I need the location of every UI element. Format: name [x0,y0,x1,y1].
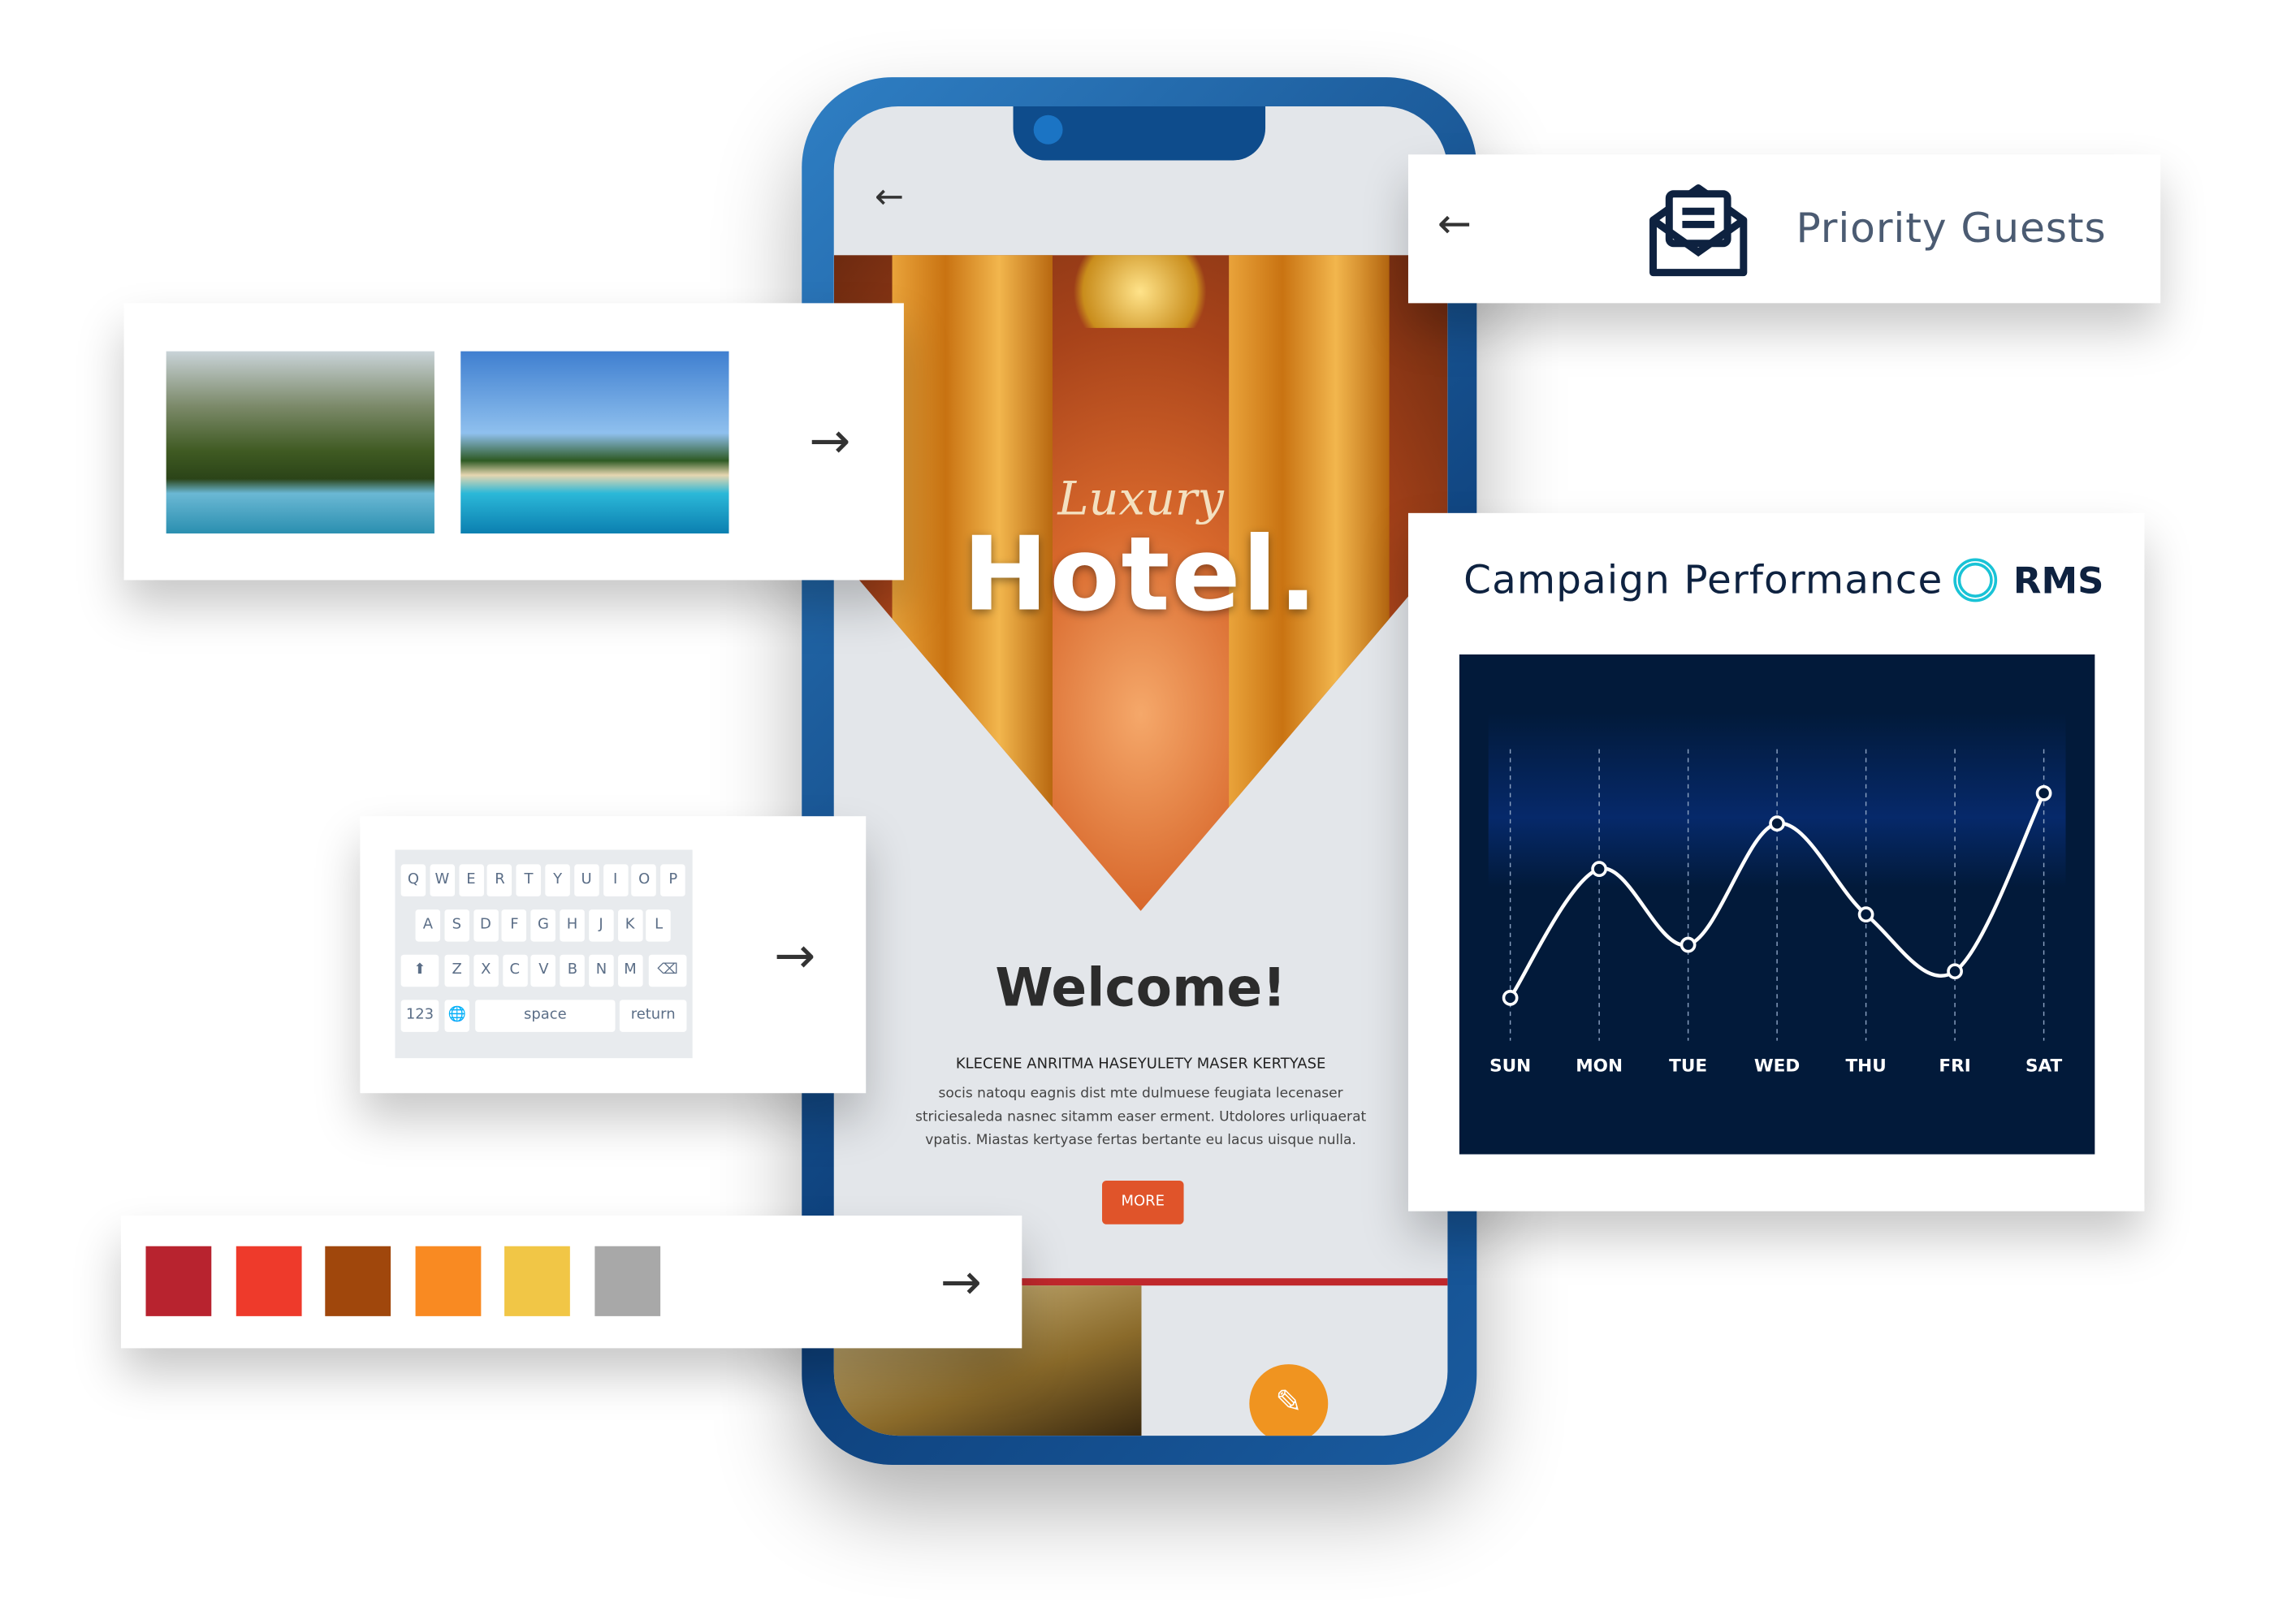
key-y[interactable]: Y [545,864,570,896]
key-a[interactable]: A [415,909,441,942]
palm-pool-photo[interactable] [460,351,729,533]
key-j[interactable]: J [588,909,614,942]
key-g[interactable]: G [530,909,556,942]
color-swatch[interactable] [504,1246,570,1316]
space-key[interactable]: space [475,1000,616,1032]
key-t[interactable]: T [516,864,542,896]
x-tick-label: MON [1576,1056,1623,1076]
key-n[interactable]: N [589,954,614,987]
keyboard: Q W E R T Y U I O P A S D F G H J K L ⬆ Z X C V B N M ⌫ 123 🌐 space ret… [395,849,693,1059]
numbers-key[interactable]: 123 [400,1000,439,1032]
key-v[interactable]: V [531,954,556,987]
key-c[interactable]: C [502,954,528,987]
hero-title: Hotel. [962,514,1319,634]
color-swatch[interactable] [235,1246,301,1316]
rms-logo-icon [1953,558,1998,603]
x-tick-label: FRI [1939,1056,1970,1076]
x-tick-label: SUN [1489,1056,1531,1076]
x-tick-label: WED [1754,1056,1800,1076]
key-h[interactable]: H [560,909,585,942]
more-button[interactable]: MORE [1102,1180,1184,1224]
image-gallery-card: → [123,303,904,581]
key-k[interactable]: K [617,909,642,942]
card-title: Priority Guests [1796,204,2107,253]
key-x[interactable]: X [473,954,499,987]
data-point [1591,861,1607,878]
campaign-performance-card: Campaign Performance RMS SUN MON TUE WED THU… [1407,512,2145,1212]
priority-guests-card: ← Priority Guests [1407,154,2161,304]
arrow-left-icon[interactable]: ← [1437,203,1472,244]
card-title: Campaign Performance [1463,558,1943,604]
envelope-open-icon [1649,184,1748,277]
data-point [1502,989,1519,1006]
key-b[interactable]: B [560,954,586,987]
subheading: KLECENE ANRITMA HASEYULETY MASER KERTYAS… [955,1056,1326,1073]
color-swatch[interactable] [145,1246,212,1316]
arrow-right-icon[interactable]: → [774,931,815,981]
color-swatch[interactable] [414,1246,481,1316]
shift-key[interactable]: ⬆ [400,954,439,987]
key-o[interactable]: O [631,864,657,896]
chart-highlight-band [1488,712,2066,888]
x-tick-label: TUE [1669,1056,1707,1076]
return-key[interactable]: return [619,1000,687,1032]
pool-mountain-photo[interactable] [166,351,434,533]
color-swatch[interactable] [594,1246,660,1316]
backspace-key[interactable]: ⌫ [648,954,687,987]
arrow-right-icon[interactable]: → [809,417,850,466]
key-e[interactable]: E [458,864,484,896]
key-d[interactable]: D [473,909,499,942]
color-palette-card: → [120,1216,1022,1349]
data-point [2035,784,2052,801]
key-r[interactable]: R [487,864,512,896]
pencil-icon[interactable]: ✎ [1249,1364,1329,1436]
welcome-heading: Welcome! [995,959,1286,1019]
data-point [1769,815,1785,832]
body-text: socis natoqu eagnis dist mte dulmuese fe… [914,1086,1367,1149]
rms-logo-text: RMS [2012,559,2104,603]
arrow-right-icon[interactable]: → [940,1258,982,1307]
data-point [1857,906,1874,923]
x-tick-label: THU [1845,1056,1886,1076]
key-u[interactable]: U [573,864,599,896]
key-i[interactable]: I [603,864,628,896]
key-p[interactable]: P [660,864,685,896]
x-tick-label: SAT [2025,1056,2062,1076]
keyboard-card: Q W E R T Y U I O P A S D F G H J K L ⬆ Z X C V B N M ⌫ 123 🌐 space ret… [360,816,867,1094]
key-w[interactable]: W [430,864,455,896]
color-swatch[interactable] [325,1246,391,1316]
arrow-left-icon[interactable]: ← [875,176,904,217]
key-m[interactable]: M [617,954,643,987]
key-q[interactable]: Q [400,864,426,896]
phone-notch [1013,106,1266,161]
key-f[interactable]: F [502,909,527,942]
key-z[interactable]: Z [444,954,469,987]
hotel-hero-image: Luxury Hotel. [833,255,1448,911]
key-l[interactable]: L [646,909,672,942]
globe-key[interactable]: 🌐 [444,1000,469,1032]
data-point [1947,963,1963,980]
chandelier [1052,255,1228,328]
line-chart: SUN MON TUE WED THU FRI SAT [1459,654,2095,1155]
data-point [1680,936,1697,953]
key-s[interactable]: S [444,909,469,942]
camera-icon [1033,114,1063,145]
